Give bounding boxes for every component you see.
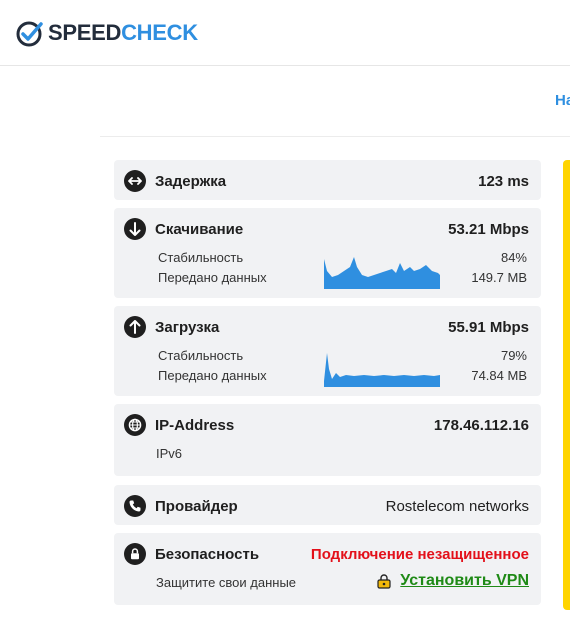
site-header: SPEEDCHECK: [0, 0, 570, 66]
download-stability-label: Стабильность: [158, 250, 244, 265]
provider-label: Провайдер: [155, 497, 238, 515]
upload-stability-chart: [324, 353, 440, 387]
globe-icon: [124, 414, 146, 436]
provider-card: Провайдер Rostelecom networks: [114, 485, 541, 525]
ip-card: IP-Address 178.46.112.16 IPv6: [114, 404, 541, 476]
nav-link-partial[interactable]: На: [555, 92, 570, 109]
upload-row: Загрузка 55.91 Mbps: [124, 315, 529, 339]
phone-icon: [124, 495, 146, 517]
security-protect-text: Защитите свои данные: [156, 575, 297, 590]
logo-check-text: CHECK: [121, 20, 198, 45]
install-vpn-link[interactable]: Установить VPN: [400, 572, 529, 590]
ip-label: IP-Address: [155, 416, 235, 434]
download-row: Скачивание 53.21 Mbps: [124, 217, 529, 241]
upload-stability-label: Стабильность: [158, 348, 244, 363]
download-speed-value: 53.21 Mbps: [448, 220, 529, 238]
provider-value: Rostelecom networks: [385, 497, 529, 515]
arrows-horizontal-icon: [124, 170, 146, 192]
section-divider: [100, 136, 570, 137]
upload-transferred-label: Передано данных: [158, 368, 267, 383]
download-transferred-value: 149.7 MB: [471, 270, 527, 285]
ip-version-label: IPv6: [156, 446, 183, 461]
lock-icon: [124, 543, 146, 565]
ip-row: IP-Address 178.46.112.16: [124, 413, 529, 437]
ip-address-value: 178.46.112.16: [433, 416, 529, 434]
upload-transferred-value: 74.84 MB: [471, 368, 527, 383]
download-stability-chart: [324, 257, 440, 289]
security-row: Безопасность Подключение незащищенное: [124, 542, 529, 566]
latency-card: Задержка 123 ms: [114, 160, 541, 200]
latency-label: Задержка: [155, 172, 227, 190]
speedcheck-logo[interactable]: SPEEDCHECK: [16, 17, 198, 49]
security-status-value: Подключение незащищенное: [310, 545, 529, 563]
install-vpn-link-row[interactable]: Установить VPN: [376, 572, 529, 590]
download-label: Скачивание: [155, 220, 244, 238]
arrow-down-icon: [124, 218, 146, 240]
upload-stability-value: 79%: [500, 348, 527, 363]
speedometer-check-icon: [16, 21, 43, 47]
logo-wordmark: SPEEDCHECK: [48, 20, 198, 46]
upload-card: Загрузка 55.91 Mbps Стабильность Передан…: [114, 306, 541, 396]
arrow-up-icon: [124, 316, 146, 338]
logo-speed-text: SPEED: [48, 20, 122, 45]
security-label: Безопасность: [155, 545, 260, 563]
vpn-lock-icon: [377, 574, 391, 589]
download-transferred-label: Передано данных: [158, 270, 267, 285]
upload-speed-value: 55.91 Mbps: [448, 318, 529, 336]
download-card: Скачивание 53.21 Mbps Стабильность Перед…: [114, 208, 541, 298]
latency-value: 123 ms: [478, 172, 529, 190]
latency-row: Задержка 123 ms: [124, 169, 529, 193]
download-stability-value: 84%: [500, 250, 527, 265]
side-highlight-bar: [563, 160, 570, 610]
upload-label: Загрузка: [155, 318, 220, 336]
security-card: Безопасность Подключение незащищенное За…: [114, 533, 541, 605]
provider-row: Провайдер Rostelecom networks: [124, 494, 529, 518]
